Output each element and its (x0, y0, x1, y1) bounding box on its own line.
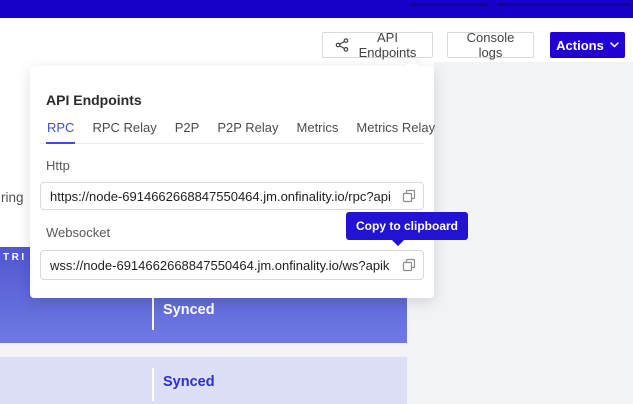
tab-p2p-relay[interactable]: P2P Relay (216, 120, 279, 143)
status-badge: Synced (163, 374, 215, 390)
console-logs-button[interactable]: Console logs (447, 32, 534, 58)
console-logs-button-label: Console logs (460, 30, 521, 60)
copy-icon[interactable] (401, 188, 417, 204)
column-divider (152, 368, 154, 401)
tab-metrics[interactable]: Metrics (296, 120, 340, 143)
api-endpoints-button[interactable]: API Endpoints (322, 32, 433, 58)
topbar-artifact (497, 3, 630, 6)
http-endpoint-field (40, 182, 424, 210)
table-row[interactable]: Synced (0, 357, 407, 404)
clipped-text-left: ring (1, 190, 24, 205)
actions-button-label: Actions (556, 38, 604, 53)
tab-rpc[interactable]: RPC (46, 120, 75, 144)
copy-tooltip-label: Copy to clipboard (356, 219, 458, 233)
api-endpoints-popover: API Endpoints RPC RPC Relay P2P P2P Rela… (30, 66, 434, 298)
tab-p2p[interactable]: P2P (174, 120, 201, 143)
column-divider (152, 297, 154, 330)
copy-icon[interactable] (401, 257, 417, 273)
clipped-row-label: TRI (3, 252, 27, 263)
tab-metrics-relay[interactable]: Metrics Relay (355, 120, 436, 143)
websocket-endpoint-field (40, 250, 424, 280)
topbar-artifact (411, 3, 488, 6)
http-url-input[interactable] (41, 183, 423, 209)
share-icon (335, 38, 349, 52)
status-badge: Synced (163, 302, 215, 318)
tab-rpc-relay[interactable]: RPC Relay (91, 120, 157, 143)
chevron-down-icon (610, 42, 619, 48)
page-header: API Endpoints Console logs Actions (0, 18, 633, 62)
actions-button[interactable]: Actions (550, 32, 625, 58)
popover-title: API Endpoints (46, 92, 142, 108)
top-blue-bar (0, 0, 633, 18)
websocket-url-input[interactable] (41, 251, 423, 279)
endpoint-tabs: RPC RPC Relay P2P P2P Relay Metrics Metr… (40, 117, 424, 144)
api-endpoints-button-label: API Endpoints (355, 30, 420, 60)
http-field-label: Http (46, 158, 70, 173)
websocket-field-label: Websocket (46, 225, 110, 240)
copy-tooltip: Copy to clipboard (346, 212, 468, 240)
app-screen: API Endpoints Console logs Actions ring … (0, 0, 633, 404)
